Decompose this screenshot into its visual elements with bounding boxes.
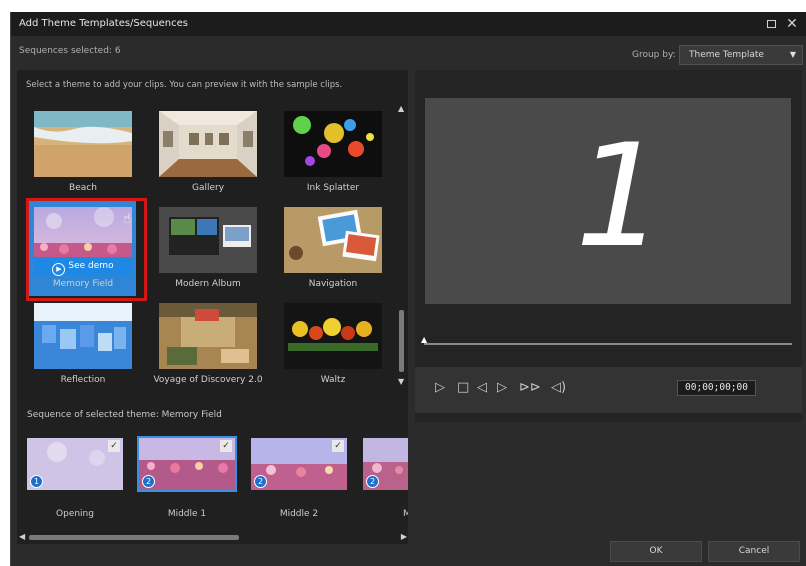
theme-instructions: Select a theme to add your clips. You ca… bbox=[26, 80, 343, 90]
theme-thumbnail bbox=[159, 303, 257, 369]
checkbox-checked-icon[interactable]: ✓ bbox=[108, 440, 120, 452]
preview-frame-number: 1 bbox=[575, 114, 666, 279]
theme-thumbnail bbox=[159, 111, 257, 177]
see-demo-button[interactable]: ▶ See demo bbox=[34, 257, 132, 276]
sequence-badge: 2 bbox=[366, 475, 379, 488]
title-bar: Add Theme Templates/Sequences ✕ bbox=[11, 12, 806, 36]
scroll-down-arrow-icon[interactable]: ▼ bbox=[398, 377, 404, 386]
sequence-badge: 2 bbox=[254, 475, 267, 488]
theme-label: Navigation bbox=[308, 279, 358, 289]
sequence-scrollbar[interactable]: ◀ ▶ bbox=[19, 532, 407, 542]
theme-tile-modern-album[interactable]: Modern Album bbox=[151, 200, 261, 296]
sequence-item-middle-1[interactable]: ✓ 2 Middle 1 bbox=[137, 436, 243, 520]
theme-thumbnail bbox=[159, 207, 257, 273]
sequence-label: Opening bbox=[56, 509, 94, 519]
screenshot-frame: Add Theme Templates/Sequences ✕ Sequence… bbox=[0, 0, 806, 566]
playback-controls: ▷ □ ◁ ▷ ⊳⊳ ◁) 00;00;00;00 bbox=[415, 367, 802, 413]
sequence-panel: Sequence of selected theme: Memory Field… bbox=[17, 402, 408, 544]
sequence-title: Sequence of selected theme: Memory Field bbox=[27, 410, 222, 420]
theme-tile-beach[interactable]: Beach bbox=[26, 104, 136, 200]
theme-label: Waltz bbox=[320, 375, 346, 385]
preview-screen: 1 bbox=[425, 98, 791, 304]
theme-tile-memory-field[interactable]: ▶ See demo Memory Field bbox=[26, 200, 136, 296]
sequence-item-mid[interactable]: 2 Mid bbox=[361, 436, 408, 520]
theme-thumbnail bbox=[284, 111, 382, 177]
theme-label: Gallery bbox=[191, 183, 225, 193]
sequence-label: Middle 2 bbox=[279, 509, 319, 519]
scrollbar-thumb[interactable] bbox=[399, 310, 404, 372]
window-title: Add Theme Templates/Sequences bbox=[19, 18, 188, 29]
scroll-right-arrow-icon[interactable]: ▶ bbox=[401, 532, 407, 541]
theme-thumbnail bbox=[284, 303, 382, 369]
group-by-dropdown[interactable]: Theme Template ▼ bbox=[679, 45, 803, 65]
play-icon: ▶ bbox=[52, 263, 66, 276]
chevron-down-icon: ▼ bbox=[789, 50, 796, 59]
stop-icon[interactable]: □ bbox=[457, 380, 469, 395]
theme-label: Memory Field bbox=[52, 279, 114, 289]
sequence-label: Middle 1 bbox=[167, 509, 207, 519]
theme-tile-waltz[interactable]: Waltz bbox=[276, 296, 386, 392]
timecode-display: 00;00;00;00 bbox=[677, 380, 756, 396]
checkbox-checked-icon[interactable]: ✓ bbox=[332, 440, 344, 452]
scroll-left-arrow-icon[interactable]: ◀ bbox=[19, 532, 25, 541]
fast-forward-icon[interactable]: ⊳⊳ bbox=[519, 380, 541, 395]
dialog-window: Add Theme Templates/Sequences ✕ Sequence… bbox=[10, 12, 806, 566]
theme-tile-ink-splatter[interactable]: Ink Splatter bbox=[276, 104, 386, 200]
ok-button[interactable]: OK bbox=[610, 541, 702, 562]
theme-thumbnail bbox=[34, 303, 132, 369]
mouse-cursor-icon: ☝ bbox=[123, 211, 132, 227]
sequence-thumbnail: ✓ 2 bbox=[249, 436, 349, 492]
sequence-badge: 2 bbox=[142, 475, 155, 488]
sequence-thumbnail: 2 bbox=[361, 436, 408, 492]
sequence-label: Mid bbox=[403, 509, 408, 519]
theme-tile-voyage-of-discovery[interactable]: Voyage of Discovery 2.0 bbox=[151, 296, 263, 392]
volume-icon[interactable]: ◁) bbox=[551, 380, 566, 395]
next-frame-icon[interactable]: ▷ bbox=[497, 380, 507, 395]
theme-tile-reflection[interactable]: Reflection bbox=[26, 296, 136, 392]
theme-label: Voyage of Discovery 2.0 bbox=[153, 375, 263, 385]
see-demo-label: See demo bbox=[68, 261, 114, 271]
theme-label: Reflection bbox=[60, 375, 106, 385]
theme-tile-navigation[interactable]: Navigation bbox=[276, 200, 386, 296]
sequences-selected-count: Sequences selected: 6 bbox=[19, 46, 121, 56]
theme-label: Ink Splatter bbox=[306, 183, 360, 193]
checkbox-checked-icon[interactable]: ✓ bbox=[220, 440, 232, 452]
theme-panel: Select a theme to add your clips. You ca… bbox=[17, 70, 408, 402]
sequence-badge: 1 bbox=[30, 475, 43, 488]
scroll-up-arrow-icon[interactable]: ▲ bbox=[398, 104, 404, 113]
play-icon[interactable]: ▷ bbox=[435, 380, 445, 395]
close-icon[interactable]: ✕ bbox=[783, 15, 801, 33]
group-by-value: Theme Template bbox=[689, 50, 764, 60]
sequence-thumbnail: ✓ 2 bbox=[137, 436, 237, 492]
preview-panel: 1 ▲ ▷ □ ◁ ▷ ⊳⊳ ◁) 00;00;00;00 bbox=[415, 70, 802, 422]
sequence-item-middle-2[interactable]: ✓ 2 Middle 2 bbox=[249, 436, 355, 520]
theme-label: Modern Album bbox=[175, 279, 241, 289]
theme-scrollbar[interactable]: ▲ ▼ bbox=[398, 104, 406, 387]
theme-label: Beach bbox=[69, 183, 97, 193]
group-by-label: Group by: bbox=[632, 50, 676, 60]
timeline-track[interactable] bbox=[424, 343, 792, 345]
restore-window-icon[interactable] bbox=[763, 15, 781, 33]
theme-thumbnail bbox=[284, 207, 382, 273]
theme-tile-gallery[interactable]: Gallery bbox=[151, 104, 261, 200]
scrollbar-thumb[interactable] bbox=[29, 535, 239, 540]
cancel-button[interactable]: Cancel bbox=[708, 541, 800, 562]
previous-frame-icon[interactable]: ◁ bbox=[477, 380, 487, 395]
theme-thumbnail bbox=[34, 111, 132, 177]
sequence-thumbnail: ✓ 1 bbox=[25, 436, 125, 492]
sequence-item-opening[interactable]: ✓ 1 Opening bbox=[25, 436, 131, 520]
